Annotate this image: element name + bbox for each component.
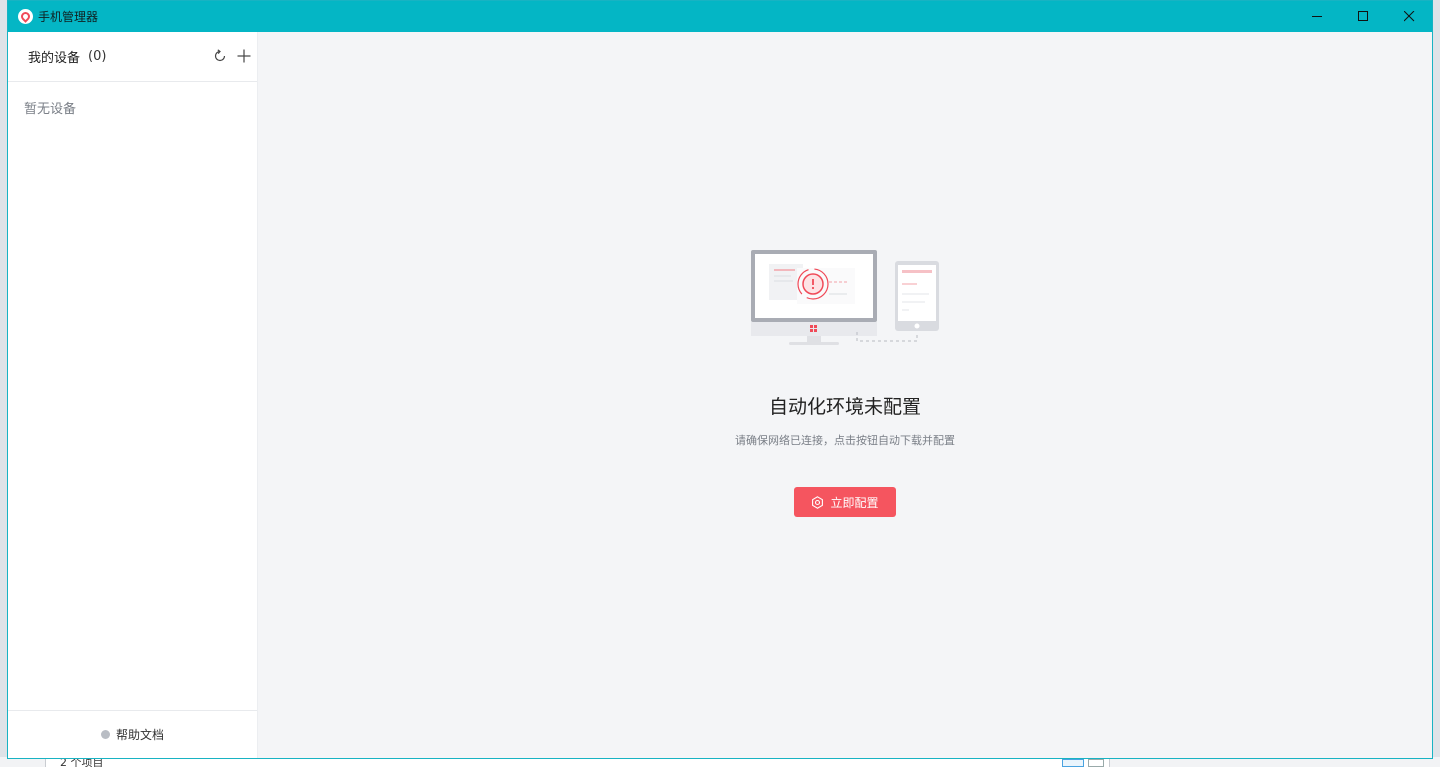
app-window: 手机管理器 我的设备 (0) 暂无设备 帮助文档 自动化环境未配置 请确保网络已… xyxy=(7,0,1433,759)
window-controls xyxy=(1294,1,1432,32)
minimize-icon xyxy=(1311,16,1322,17)
maximize-icon xyxy=(1357,11,1368,21)
help-docs-label: 帮助文档 xyxy=(115,728,164,742)
details-view-icon[interactable] xyxy=(1062,759,1084,767)
refresh-icon xyxy=(214,49,226,62)
minimize-button[interactable] xyxy=(1294,1,1340,32)
add-device-button[interactable] xyxy=(235,47,253,65)
close-icon xyxy=(1403,11,1414,22)
plus-icon xyxy=(237,49,251,63)
sidebar-header: 我的设备 (0) xyxy=(8,32,257,82)
empty-device-text: 暂无设备 xyxy=(24,102,77,117)
window-title: 手机管理器 xyxy=(38,10,99,24)
configure-now-label: 立即配置 xyxy=(830,495,879,510)
configure-now-button[interactable]: 立即配置 xyxy=(794,487,896,517)
app-logo-icon xyxy=(18,9,33,24)
help-docs-link[interactable]: 帮助文档 xyxy=(8,710,257,758)
environment-not-configured-illustration xyxy=(751,250,939,345)
gear-icon xyxy=(811,495,824,509)
device-count: (0) xyxy=(88,49,107,64)
large-icons-view-icon[interactable] xyxy=(1088,759,1104,767)
help-icon xyxy=(100,730,110,739)
status-headline: 自动化环境未配置 xyxy=(768,396,921,418)
title-bar[interactable]: 手机管理器 xyxy=(8,1,1432,32)
refresh-button[interactable] xyxy=(211,47,229,65)
close-button[interactable] xyxy=(1386,1,1432,32)
maximize-button[interactable] xyxy=(1340,1,1386,32)
main-panel: 自动化环境未配置 请确保网络已连接，点击按钮自动下载并配置 立即配置 xyxy=(258,32,1432,758)
device-sidebar: 我的设备 (0) 暂无设备 帮助文档 xyxy=(8,32,258,758)
sidebar-title: 我的设备 xyxy=(28,51,81,66)
status-description: 请确保网络已连接，点击按钮自动下载并配置 xyxy=(735,434,955,447)
